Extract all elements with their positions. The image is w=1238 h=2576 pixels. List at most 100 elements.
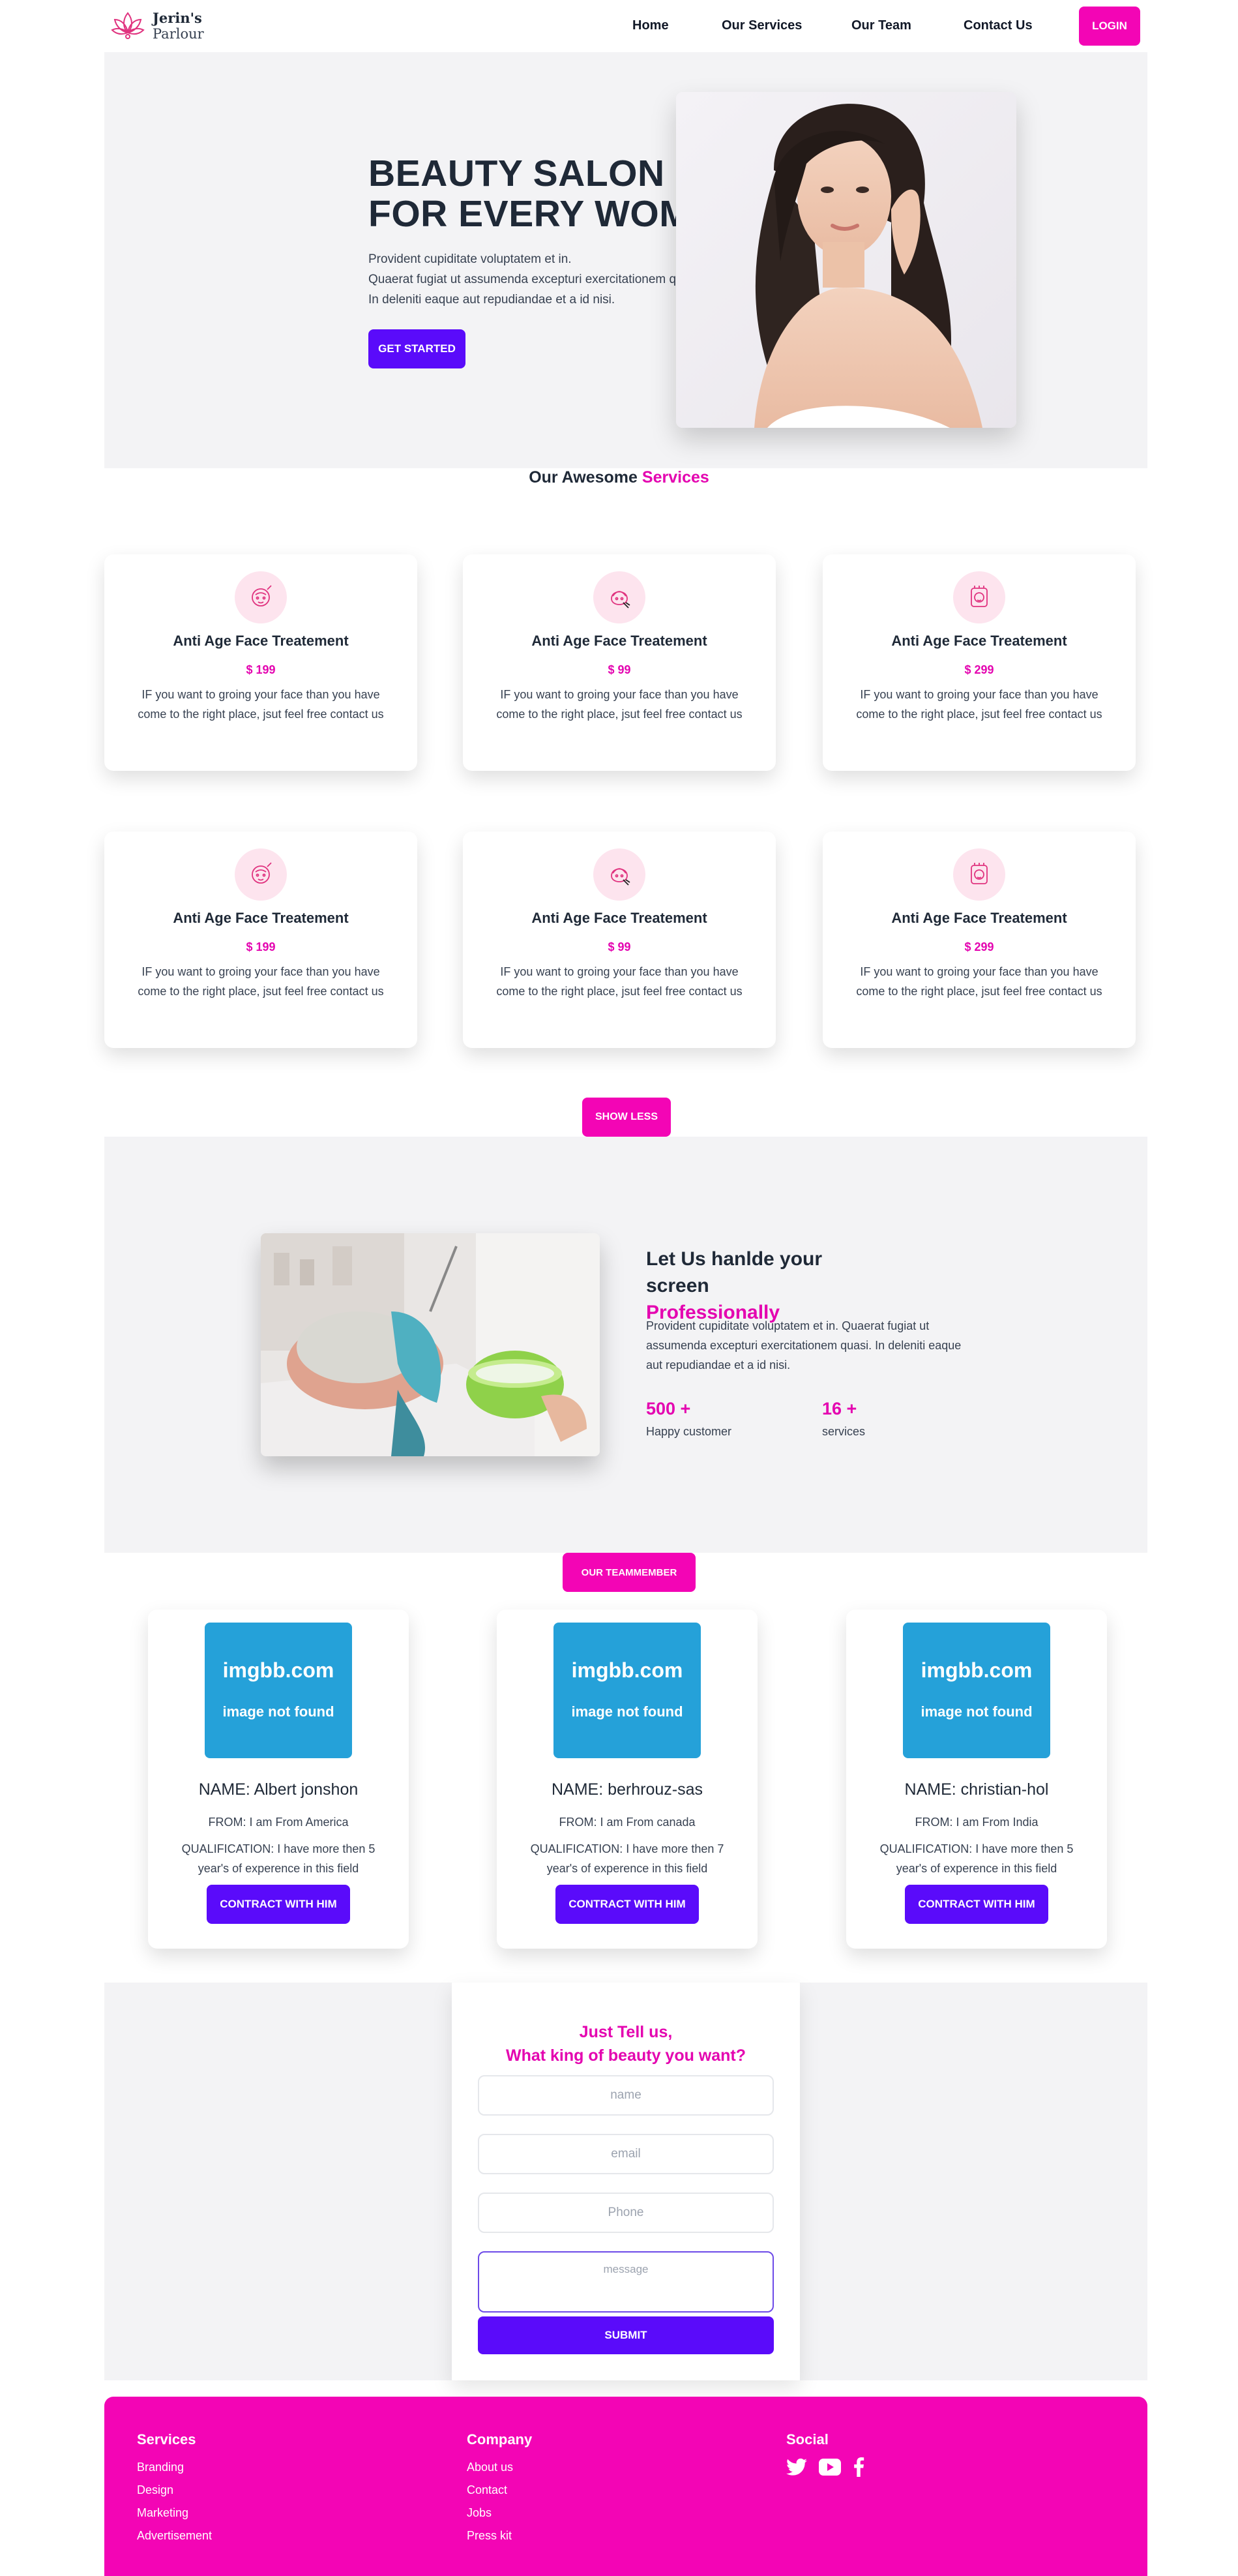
about-description: Provident cupiditate voluptatem et in. Q…: [646, 1319, 962, 1371]
logo[interactable]: Jerin's Parlour: [110, 8, 204, 44]
footer-link[interactable]: About us: [467, 2461, 513, 2474]
logo-line2: Parlour: [153, 26, 204, 42]
phone-input[interactable]: Phone: [478, 2193, 774, 2233]
service-price: $ 99: [608, 940, 631, 953]
nav-our-services[interactable]: Our Services: [722, 18, 802, 33]
form-title: Just Tell us, What king of beauty you wa…: [452, 2020, 800, 2067]
footer: Services Branding Design Marketing Adver…: [104, 2397, 1147, 2576]
footer-services-heading: Services: [137, 2431, 196, 2448]
footer-link[interactable]: Design: [137, 2483, 173, 2497]
footer-link[interactable]: Advertisement: [137, 2529, 212, 2543]
services-heading-a: Our Awesome: [529, 468, 638, 487]
face-massage-icon: [593, 571, 645, 623]
contact-form: Just Tell us, What king of beauty you wa…: [452, 1983, 800, 2380]
about-section: Let Us hanlde your screen Professionally…: [104, 1137, 1147, 1553]
hero-portrait-image: [676, 92, 1016, 428]
hero-desc-line: In deleniti eaque aut repudiandae et a i…: [368, 293, 615, 307]
footer-link[interactable]: Marketing: [137, 2506, 188, 2520]
stat-label: services: [822, 1425, 866, 1438]
show-less-button[interactable]: SHOW LESS: [582, 1098, 671, 1137]
form-title-line1: Just Tell us,: [579, 2023, 673, 2041]
service-title: Anti Age Face Treatement: [891, 910, 1067, 926]
service-title: Anti Age Face Treatement: [531, 910, 707, 926]
team-member-card: imgbb.com image not found NAME: Albert j…: [148, 1610, 409, 1949]
member-photo-placeholder: imgbb.com image not found: [903, 1623, 1050, 1758]
member-name: NAME: Albert jonshon: [198, 1780, 359, 1799]
email-input[interactable]: email: [478, 2134, 774, 2174]
placeholder-title: imgbb.com: [222, 1658, 334, 1682]
message-textarea[interactable]: message: [478, 2251, 774, 2313]
contract-button[interactable]: CONTRACT WITH HIM: [905, 1885, 1048, 1924]
logo-line1: Jerin's: [153, 10, 202, 26]
logo-text: Jerin's Parlour: [153, 10, 204, 42]
face-massage-icon: [593, 848, 645, 901]
service-description: IF you want to groing your face than you…: [856, 688, 1102, 721]
member-origin: FROM: I am From India: [915, 1816, 1039, 1829]
contract-button[interactable]: CONTRACT WITH HIM: [207, 1885, 350, 1924]
placeholder-title: imgbb.com: [571, 1658, 683, 1682]
service-card[interactable]: Anti Age Face Treatement $ 299 IF you wa…: [823, 554, 1136, 771]
footer-company-heading: Company: [467, 2431, 533, 2448]
service-card[interactable]: Anti Age Face Treatement $ 199 IF you wa…: [104, 831, 417, 1048]
hero-desc-line: Quaerat fugiat ut assumenda excepturi ex…: [368, 273, 703, 286]
member-qualification: QUALIFICATION: I have more then 5 year's…: [181, 1842, 376, 1875]
member-photo-placeholder: imgbb.com image not found: [553, 1623, 701, 1758]
stat-number: 500 +: [646, 1399, 691, 1418]
footer-link[interactable]: Branding: [137, 2461, 184, 2474]
service-card[interactable]: Anti Age Face Treatement $ 299 IF you wa…: [823, 831, 1136, 1048]
member-origin: FROM: I am From canada: [559, 1816, 696, 1829]
nav-home[interactable]: Home: [632, 18, 669, 33]
service-card[interactable]: Anti Age Face Treatement $ 99 IF you wan…: [463, 831, 776, 1048]
service-card[interactable]: Anti Age Face Treatement $ 99 IF you wan…: [463, 554, 776, 771]
lotus-logo-icon: [111, 12, 145, 39]
facebook-icon[interactable]: [853, 2457, 864, 2477]
hero-description: Provident cupiditate voluptatem et in. Q…: [368, 249, 702, 310]
stat-label: Happy customer: [646, 1425, 732, 1438]
service-price: $ 199: [246, 940, 276, 953]
service-price: $ 299: [964, 663, 994, 676]
twitter-icon[interactable]: [786, 2458, 807, 2476]
service-title: Anti Age Face Treatement: [891, 633, 1067, 649]
youtube-icon[interactable]: [819, 2459, 841, 2476]
service-title: Anti Age Face Treatement: [173, 633, 349, 649]
footer-link[interactable]: Jobs: [467, 2506, 492, 2520]
team-member-card: imgbb.com image not found NAME: berhrouz…: [497, 1610, 758, 1949]
service-description: IF you want to groing your face than you…: [138, 688, 384, 721]
service-title: Anti Age Face Treatement: [173, 910, 349, 926]
facial-treatment-illustration: [261, 1233, 600, 1456]
services-heading: Our Awesome Services: [0, 468, 1238, 487]
get-started-button[interactable]: GET STARTED: [368, 329, 465, 368]
social-icons: [786, 2457, 864, 2477]
hero-desc-line: Provident cupiditate voluptatem et in.: [368, 252, 572, 266]
form-title-line2: What king of beauty you want?: [505, 2046, 746, 2065]
placeholder-subtitle: image not found: [921, 1703, 1033, 1720]
placeholder-title: imgbb.com: [921, 1658, 1033, 1682]
member-qualification: QUALIFICATION: I have more then 5 year's…: [879, 1842, 1074, 1875]
about-title-line1: Let Us hanlde your: [646, 1248, 823, 1270]
member-qualification: QUALIFICATION: I have more then 7 year's…: [530, 1842, 724, 1875]
footer-link[interactable]: Contact: [467, 2483, 507, 2497]
footer-link[interactable]: Press kit: [467, 2529, 512, 2543]
service-card[interactable]: Anti Age Face Treatement $ 199 IF you wa…: [104, 554, 417, 771]
member-origin: FROM: I am From America: [208, 1816, 349, 1829]
login-button[interactable]: LOGIN: [1079, 7, 1140, 46]
service-description: IF you want to groing your face than you…: [138, 965, 384, 998]
placeholder-subtitle: image not found: [571, 1703, 683, 1720]
contract-button[interactable]: CONTRACT WITH HIM: [555, 1885, 699, 1924]
hair-care-icon: [953, 571, 1005, 623]
name-input[interactable]: name: [478, 2075, 774, 2116]
top-nav: Jerin's Parlour Home Our Services Our Te…: [0, 0, 1238, 52]
nav-contact-us[interactable]: Contact Us: [964, 18, 1033, 33]
face-mask-icon: [235, 571, 287, 623]
member-name: NAME: christian-hol: [904, 1780, 1049, 1799]
about-title: Let Us hanlde your screen Professionally: [646, 1246, 822, 1326]
team-badge: OUR TEAMMEMBER: [563, 1553, 696, 1592]
stat-number: 16 +: [822, 1399, 857, 1418]
footer-social-heading: Social: [786, 2431, 829, 2448]
hero-section: BEAUTY SALON FOR EVERY WOMEN Provident c…: [104, 52, 1147, 468]
service-price: $ 199: [246, 663, 276, 676]
submit-button[interactable]: SUBMIT: [478, 2316, 774, 2354]
nav-our-team[interactable]: Our Team: [851, 18, 911, 33]
service-price: $ 99: [608, 663, 631, 676]
member-photo-placeholder: imgbb.com image not found: [205, 1623, 352, 1758]
